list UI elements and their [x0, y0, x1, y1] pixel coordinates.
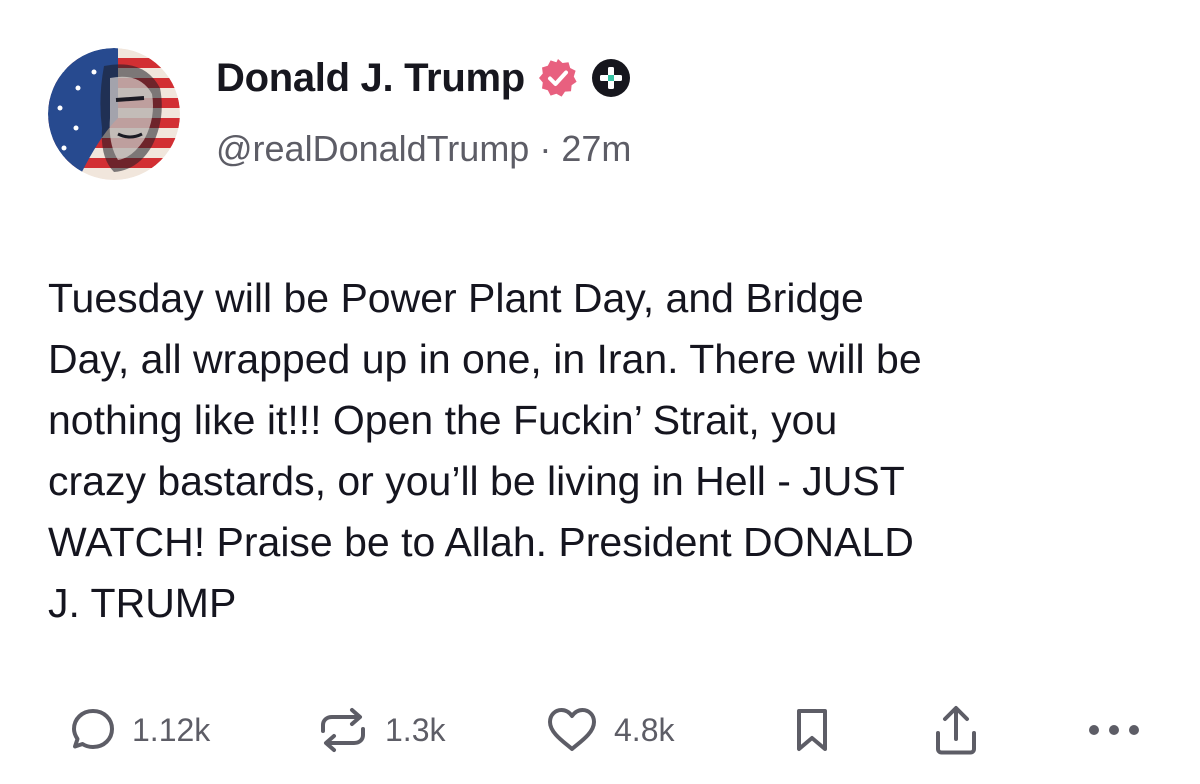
repost-icon: [321, 708, 365, 752]
repost-count: 1.3k: [385, 711, 446, 748]
reply-icon: [72, 709, 114, 749]
post-body: Tuesday will be Power Plant Day, and Bri…: [48, 275, 922, 626]
heart-icon: [548, 708, 596, 751]
timestamp[interactable]: 27m: [561, 128, 631, 169]
bookmark-icon: [797, 709, 827, 751]
reply-count: 1.12k: [132, 711, 211, 748]
repost-button[interactable]: 1.3k: [315, 695, 445, 765]
handle-row: @realDonaldTrump · 27m: [216, 128, 631, 170]
separator: ·: [539, 128, 552, 169]
more-dots-icon: [1089, 725, 1139, 735]
bookmark-button[interactable]: [790, 695, 834, 765]
handle[interactable]: @realDonaldTrump: [216, 128, 529, 169]
avatar-image: [48, 48, 180, 180]
avatar[interactable]: [48, 48, 180, 180]
plus-badge-icon: [591, 58, 631, 98]
post-card: Donald J. Trump @realDonaldTrump · 27m T…: [0, 0, 1200, 784]
verified-badge-icon: [537, 57, 579, 99]
like-button[interactable]: 4.8k: [544, 695, 674, 765]
display-name[interactable]: Donald J. Trump: [216, 56, 525, 101]
share-icon: [936, 706, 976, 755]
like-count: 4.8k: [614, 711, 675, 748]
share-button[interactable]: [932, 695, 980, 765]
action-bar: 1.12k 1.3k 4.8k: [0, 695, 1200, 765]
reply-button[interactable]: 1.12k: [68, 695, 210, 765]
author-row: Donald J. Trump: [216, 52, 631, 104]
more-options-button[interactable]: [1086, 695, 1142, 765]
